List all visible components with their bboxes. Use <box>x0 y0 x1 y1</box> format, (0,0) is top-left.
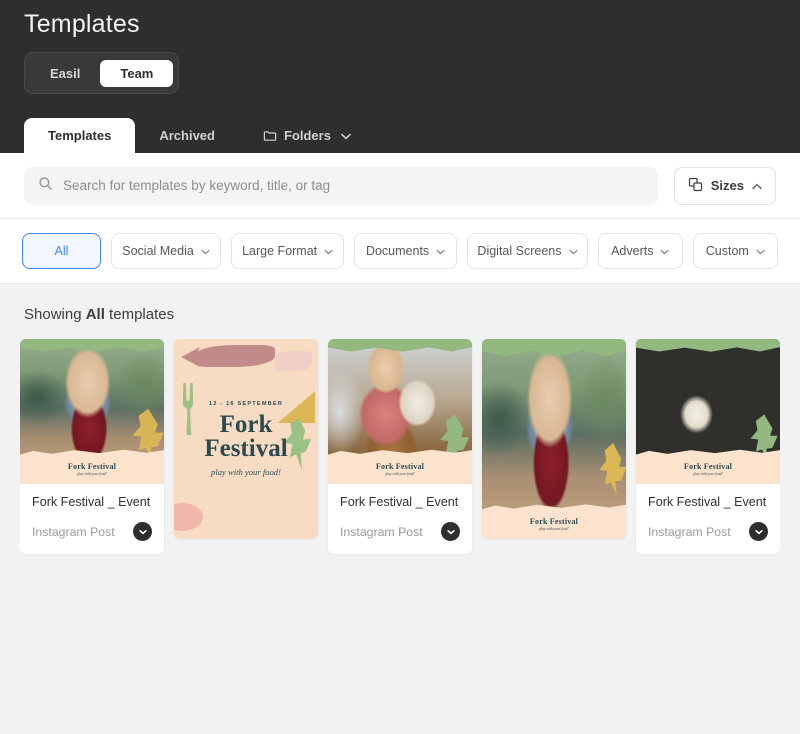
chevron-down-icon <box>341 129 351 142</box>
tab-bar: Templates Archived Folders <box>24 118 800 153</box>
chevron-down-icon[interactable] <box>749 522 768 541</box>
scope-toggle: Easil Team <box>24 52 180 94</box>
search-box[interactable] <box>24 166 658 205</box>
template-type: Instagram Post <box>340 524 423 539</box>
poster-text: 12 - 16 SEPTEMBER Fork Festival play wit… <box>174 401 318 477</box>
filter-chip-label: Custom <box>705 244 749 258</box>
filter-chip-adverts[interactable]: Adverts <box>597 233 683 269</box>
brand-name: Fork Festival <box>529 516 579 526</box>
poster-tagline: play with your food! <box>211 467 281 477</box>
brand-tagline: play with your food! <box>77 471 107 476</box>
filter-chip-all[interactable]: All <box>22 233 101 269</box>
page-title: Templates <box>24 10 140 38</box>
chevron-down-icon[interactable] <box>441 522 460 541</box>
tab-archived[interactable]: Archived <box>135 118 239 153</box>
template-title: Fork Festival _ Event <box>340 495 459 509</box>
brand-tagline: play with your food! <box>385 471 415 476</box>
filter-chip-label: Adverts <box>611 244 654 258</box>
template-card-body: Fork Festival _ Event Instagram Post <box>20 484 164 554</box>
chevron-up-icon <box>752 178 762 193</box>
tab-folders[interactable]: Folders <box>239 118 375 153</box>
template-title: Fork Festival _ Event <box>648 495 767 509</box>
template-card[interactable]: 12 - 16 SEPTEMBER Fork Festival play wit… <box>174 339 318 539</box>
template-thumbnail[interactable]: Fork Festival play with your food! <box>482 339 626 539</box>
chevron-down-icon <box>660 244 670 258</box>
scope-toggle-easil[interactable]: Easil <box>30 60 100 87</box>
scope-toggle-team[interactable]: Team <box>100 59 174 87</box>
sizes-button[interactable]: Sizes <box>673 166 776 205</box>
green-accent-top <box>636 339 780 352</box>
filter-chip-label: Social Media <box>122 244 194 258</box>
filter-chip-label: Documents <box>365 244 430 258</box>
template-card[interactable]: Fork Festival play with your food! Fork … <box>20 339 164 554</box>
brand-name: Fork Festival <box>683 461 733 471</box>
category-filter-bar: All Social Media Large Format Documents … <box>0 219 800 284</box>
filter-chip-custom[interactable]: Custom <box>692 233 778 269</box>
tab-archived-label: Archived <box>159 128 215 143</box>
template-thumbnail[interactable]: 12 - 16 SEPTEMBER Fork Festival play wit… <box>174 339 318 539</box>
template-type: Instagram Post <box>32 524 115 539</box>
search-icon <box>38 176 53 196</box>
template-type: Instagram Post <box>648 524 731 539</box>
template-card-body: Fork Festival _ Event Instagram Post <box>328 484 472 554</box>
template-thumbnail[interactable]: Fork Festival play with your food! <box>20 339 164 484</box>
filter-chip-label: Large Format <box>242 244 318 258</box>
folder-icon <box>263 129 277 143</box>
template-thumbnail[interactable]: Fork Festival play with your food! <box>636 339 780 484</box>
filter-chip-large-format[interactable]: Large Format <box>231 233 345 269</box>
template-thumbnail[interactable]: Fork Festival play with your food! <box>328 339 472 484</box>
filter-chip-label: Digital Screens <box>477 244 562 258</box>
template-meta: Instagram Post <box>648 522 768 541</box>
chevron-down-icon <box>568 244 578 258</box>
poster-date: 12 - 16 SEPTEMBER <box>208 401 284 407</box>
chevron-down-icon <box>756 244 765 258</box>
search-input[interactable] <box>63 178 644 193</box>
chevron-down-icon <box>436 244 445 258</box>
template-title: Fork Festival _ Event <box>32 495 151 509</box>
tab-templates[interactable]: Templates <box>24 118 136 153</box>
filter-chip-label: All <box>54 244 69 258</box>
page-header: Templates Easil Team Templates Archived … <box>0 0 800 153</box>
chevron-down-icon <box>201 244 210 258</box>
filter-chip-digital-screens[interactable]: Digital Screens <box>466 233 588 269</box>
brand-tagline: play with your food! <box>539 526 569 531</box>
showing-filter: All <box>85 306 105 323</box>
poster-name: Fork Festival <box>204 411 288 462</box>
template-meta: Instagram Post <box>340 522 460 541</box>
sizes-icon <box>688 177 703 195</box>
green-accent-top <box>20 339 164 352</box>
showing-prefix: Showing <box>24 306 86 323</box>
showing-suffix: templates <box>104 306 175 323</box>
results-area: Showing All templates Fork Festival play… <box>0 284 800 734</box>
template-card[interactable]: Fork Festival play with your food! Fork … <box>328 339 472 554</box>
template-meta: Instagram Post <box>32 522 152 541</box>
results-heading: Showing All templates <box>20 284 780 339</box>
filter-chip-social-media[interactable]: Social Media <box>111 233 222 269</box>
filter-chip-documents[interactable]: Documents <box>354 233 457 269</box>
brand-name: Fork Festival <box>67 461 117 471</box>
search-toolbar: Sizes <box>0 153 800 219</box>
tab-templates-label: Templates <box>48 128 112 143</box>
tab-folders-label: Folders <box>283 128 331 143</box>
green-accent-top <box>482 339 626 357</box>
template-card[interactable]: Fork Festival play with your food! <box>482 339 626 539</box>
sizes-button-label: Sizes <box>710 178 744 193</box>
chevron-down-icon[interactable] <box>133 522 152 541</box>
template-grid: Fork Festival play with your food! Fork … <box>20 339 780 734</box>
chevron-down-icon <box>324 244 333 258</box>
brand-name: Fork Festival <box>375 461 425 471</box>
green-accent-top <box>328 339 472 352</box>
template-card-body: Fork Festival _ Event Instagram Post <box>636 484 780 554</box>
brand-tagline: play with your food! <box>693 471 723 476</box>
template-card[interactable]: Fork Festival play with your food! Fork … <box>636 339 780 554</box>
